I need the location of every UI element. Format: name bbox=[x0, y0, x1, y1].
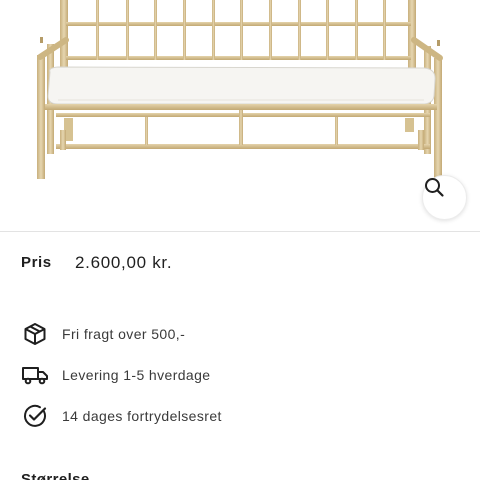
usp-text: Levering 1-5 hverdage bbox=[62, 367, 211, 383]
search-icon bbox=[425, 178, 444, 197]
package-icon bbox=[21, 320, 49, 348]
check-circle-icon bbox=[21, 402, 49, 430]
usp-text: 14 dages fortrydelsesret bbox=[62, 408, 222, 424]
zoom-button[interactable] bbox=[422, 175, 467, 220]
usp-item-shipping: Fri fragt over 500,- bbox=[21, 320, 461, 348]
backrest-lattice bbox=[60, 0, 416, 70]
price-value: 2.600,00 kr. bbox=[75, 253, 173, 272]
truck-icon bbox=[21, 361, 49, 389]
price-row: Pris 2.600,00 kr. bbox=[21, 252, 461, 278]
usp-item-return: 14 dages fortrydelsesret bbox=[21, 402, 461, 430]
product-image[interactable] bbox=[0, 0, 480, 232]
size-heading: Størrelse bbox=[21, 471, 90, 480]
price-label: Pris bbox=[21, 254, 52, 271]
bamboo-sofa-illustration bbox=[37, 0, 443, 179]
seat-cushion bbox=[47, 66, 436, 105]
usp-list: Fri fragt over 500,- Levering 1-5 hverda… bbox=[21, 320, 461, 443]
seat-frame bbox=[45, 104, 437, 150]
usp-item-delivery: Levering 1-5 hverdage bbox=[21, 361, 461, 389]
usp-text: Fri fragt over 500,- bbox=[62, 326, 186, 342]
